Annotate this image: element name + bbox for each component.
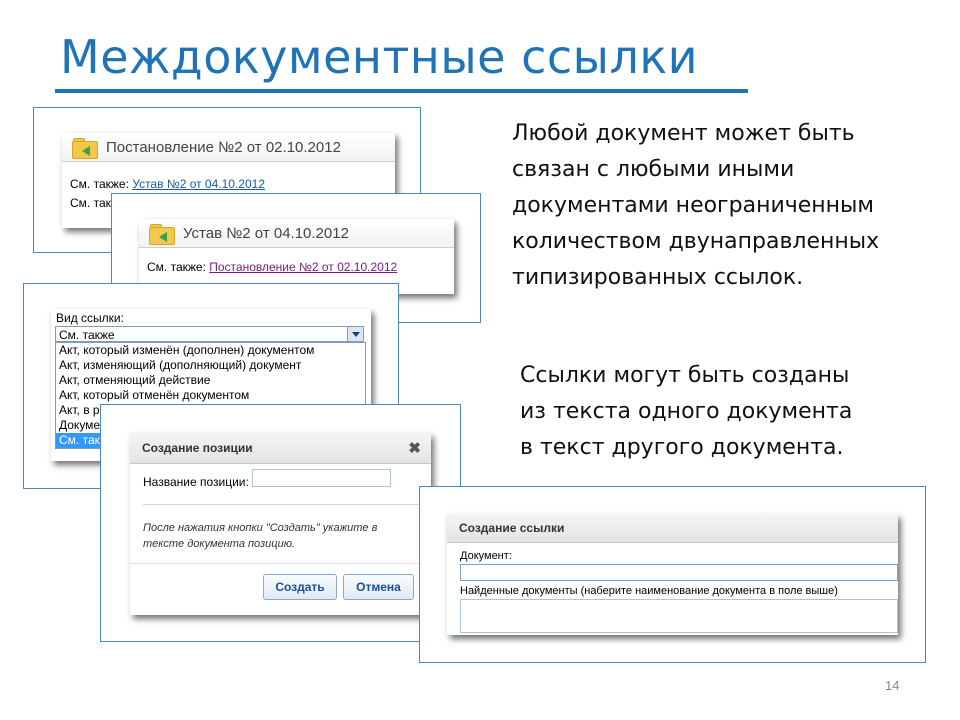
dropdown-arrow-icon[interactable] bbox=[347, 327, 363, 341]
document-card-header: Постановление №2 от 02.10.2012 bbox=[62, 133, 395, 162]
slide-number: 14 bbox=[885, 678, 900, 693]
dialog-title: Создание позиции bbox=[142, 441, 253, 455]
document-title: Постановление №2 от 02.10.2012 bbox=[106, 138, 341, 156]
link-type-select[interactable]: См. также bbox=[55, 326, 364, 342]
link-type-selected: См. также bbox=[59, 328, 115, 342]
footer-divider bbox=[130, 563, 431, 564]
see-also-row-2: См. так bbox=[70, 196, 111, 210]
found-documents-label: Найденные документы (наберите наименован… bbox=[460, 585, 838, 597]
create-button[interactable]: Создать bbox=[263, 574, 337, 600]
slide-title: Междокументные ссылки bbox=[60, 30, 699, 84]
paragraph-1-line: связан с любыми иными bbox=[512, 157, 795, 182]
document-input[interactable] bbox=[460, 564, 898, 581]
close-icon[interactable]: ✖ bbox=[408, 439, 421, 457]
create-position-dialog: Создание позиции ✖ Название позиции: Пос… bbox=[130, 433, 431, 615]
see-also-row: См. также: Постановление №2 от 02.10.201… bbox=[147, 260, 397, 274]
link-type-option[interactable]: Акт, изменяющий (дополняющий) документ bbox=[56, 358, 365, 373]
screenshot-frame-4: Создание позиции ✖ Название позиции: Пос… bbox=[100, 404, 461, 642]
found-documents-list[interactable] bbox=[460, 599, 898, 633]
cancel-button[interactable]: Отмена bbox=[343, 574, 414, 600]
dialog-header: Создание ссылки bbox=[447, 514, 898, 543]
see-also-row: См. также: Устав №2 от 04.10.2012 bbox=[70, 177, 265, 191]
document-title: Устав №2 от 04.10.2012 bbox=[183, 224, 349, 242]
see-also-label: См. также: bbox=[147, 260, 206, 274]
see-also-label: См. также: bbox=[70, 177, 129, 191]
folder-link-icon bbox=[149, 223, 175, 245]
link-type-option[interactable]: Акт, который изменён (дополнен) документ… bbox=[56, 343, 365, 358]
paragraph-1-line: Любой документ может быть bbox=[512, 121, 855, 146]
see-also-label-2: См. так bbox=[70, 196, 111, 210]
paragraph-2-line: Ссылки могут быть созданы bbox=[520, 363, 850, 388]
position-name-label: Название позиции: bbox=[143, 475, 249, 489]
paragraph-1-line: документами неограниченным bbox=[512, 193, 875, 218]
dialog-hint: После нажатия кнопки "Создать" укажите в… bbox=[143, 522, 378, 550]
document-card-header: Устав №2 от 04.10.2012 bbox=[139, 219, 454, 248]
document-label: Документ: bbox=[460, 550, 512, 562]
link-type-option[interactable]: Акт, отменяющий действие bbox=[56, 373, 365, 388]
folder-link-icon bbox=[72, 137, 98, 159]
create-link-dialog: Создание ссылки Документ: Найденные доку… bbox=[447, 514, 898, 635]
dialog-header: Создание позиции ✖ bbox=[130, 433, 431, 464]
paragraph-1-line: количеством двунаправленных bbox=[512, 229, 880, 254]
paragraph-2-line: в текст другого документа. bbox=[520, 435, 844, 460]
link-type-label: Вид ссылки: bbox=[56, 311, 124, 325]
see-also-link[interactable]: Постановление №2 от 02.10.2012 bbox=[209, 260, 397, 274]
paragraph-2-line: из текста одного документа bbox=[520, 399, 853, 424]
paragraph-2: Ссылки могут быть созданы из текста одно… bbox=[520, 358, 852, 466]
dialog-title: Создание ссылки bbox=[459, 521, 565, 535]
paragraph-1-line: типизированных ссылок. bbox=[512, 265, 804, 290]
link-type-option[interactable]: Акт, который отменён документом bbox=[56, 388, 365, 403]
see-also-link[interactable]: Устав №2 от 04.10.2012 bbox=[132, 177, 265, 191]
screenshot-frame-5: Создание ссылки Документ: Найденные доку… bbox=[419, 486, 926, 663]
title-underline bbox=[55, 89, 748, 93]
position-name-input[interactable] bbox=[252, 469, 391, 487]
divider bbox=[143, 504, 419, 505]
paragraph-1: Любой документ может быть связан с любым… bbox=[512, 116, 879, 296]
